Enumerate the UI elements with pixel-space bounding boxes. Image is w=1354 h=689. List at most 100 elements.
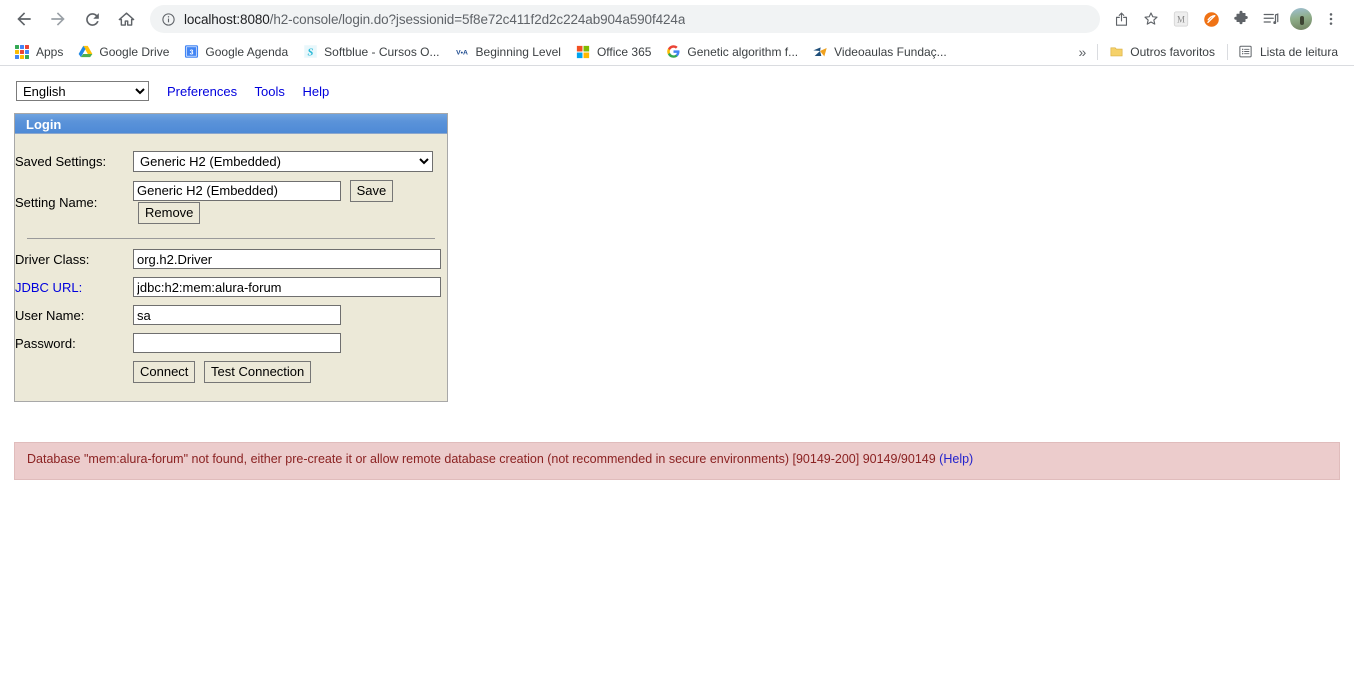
jdbc-url-row: JDBC URL:: [15, 273, 447, 301]
home-icon: [117, 10, 136, 29]
save-button[interactable]: Save: [349, 180, 394, 202]
login-form: Saved Settings: Generic H2 (Embedded) Se…: [15, 147, 447, 387]
arrow-right-icon: [48, 9, 68, 29]
test-connection-button[interactable]: Test Connection: [204, 361, 312, 383]
preferences-link[interactable]: Preferences: [167, 84, 237, 99]
separator-cell: [15, 228, 447, 245]
bookmark-beginning-level[interactable]: V•A Beginning Level: [448, 42, 567, 62]
user-name-row: User Name:: [15, 301, 447, 329]
bookmark-office-365[interactable]: Office 365: [569, 42, 657, 62]
setting-name-label: Setting Name:: [15, 194, 98, 210]
bookmark-softblue[interactable]: S Softblue - Cursos O...: [296, 42, 445, 62]
saved-settings-row: Saved Settings: Generic H2 (Embedded): [15, 147, 447, 176]
bookmark-genetic-algorithm[interactable]: Genetic algorithm f...: [659, 42, 804, 62]
apps-grid-icon: [14, 44, 30, 60]
user-name-cell: [133, 301, 447, 329]
url-path: /h2-console/login.do?jsessionid=5f8e72c4…: [269, 11, 686, 27]
toolbar-icons: M: [1104, 6, 1344, 32]
profile-avatar-icon[interactable]: [1288, 6, 1314, 32]
arrow-left-icon: [14, 9, 34, 29]
bookmarks-overflow-button[interactable]: »: [1071, 42, 1093, 62]
error-help-link[interactable]: (Help): [939, 452, 973, 466]
language-select[interactable]: English: [16, 81, 149, 101]
bookmark-label: Apps: [36, 44, 64, 59]
videoaulas-icon: [812, 44, 828, 60]
driver-class-input[interactable]: [133, 249, 441, 269]
separator-row: [15, 228, 447, 245]
bookmark-label: Videoaulas Fundaç...: [834, 44, 947, 59]
bookmark-star-icon[interactable]: [1138, 6, 1164, 32]
actions-row: Connect Test Connection: [15, 357, 447, 387]
softblue-icon: S: [302, 44, 318, 60]
h2-top-links: Preferences Tools Help: [167, 84, 343, 99]
jdbc-url-input[interactable]: [133, 277, 441, 297]
bookmark-videoaulas[interactable]: Videoaulas Fundaç...: [806, 42, 953, 62]
password-input[interactable]: [133, 333, 341, 353]
media-playlist-icon[interactable]: [1258, 6, 1284, 32]
google-g-icon: [665, 44, 681, 60]
bookmark-label: Google Agenda: [205, 44, 289, 59]
login-panel-title: Login: [15, 114, 447, 134]
tools-link[interactable]: Tools: [254, 84, 284, 99]
voa-icon: V•A: [454, 44, 470, 60]
help-link[interactable]: Help: [302, 84, 329, 99]
url-host: localhost:8080: [184, 11, 270, 27]
bookmark-google-drive[interactable]: Google Drive: [71, 42, 175, 62]
form-divider: [27, 238, 435, 239]
bookmark-label: Beginning Level: [475, 44, 561, 59]
bookmark-label: Office 365: [596, 44, 652, 59]
password-cell: [133, 329, 447, 357]
jdbc-url-link[interactable]: JDBC URL:: [15, 280, 82, 295]
reading-list-icon: [1238, 44, 1254, 60]
bookmarks-divider-2: [1226, 43, 1228, 60]
remove-button[interactable]: Remove: [138, 202, 201, 224]
saved-settings-label: Saved Settings:: [15, 154, 107, 169]
google-calendar-icon: 3: [183, 44, 199, 60]
google-drive-icon: [77, 44, 93, 60]
error-banner: Database "mem:alura-forum" not found, ei…: [14, 442, 1340, 480]
bookmark-google-agenda[interactable]: 3 Google Agenda: [177, 42, 294, 62]
extension-orange-icon[interactable]: [1198, 6, 1224, 32]
chrome-menu-icon[interactable]: [1318, 6, 1344, 32]
extensions-puzzle-icon[interactable]: [1228, 6, 1254, 32]
bookmark-label: Google Drive: [99, 44, 170, 59]
bookmark-label: Softblue - Cursos O...: [324, 44, 440, 59]
svg-text:V•A: V•A: [456, 49, 468, 56]
setting-name-row: Setting Name: Save Remove: [15, 176, 447, 228]
user-name-label: User Name:: [15, 307, 85, 323]
saved-settings-cell: Generic H2 (Embedded): [133, 147, 447, 176]
office365-icon: [575, 44, 591, 60]
share-icon[interactable]: [1108, 6, 1134, 32]
jdbc-url-label: JDBC URL:: [15, 273, 133, 301]
driver-class-cell: [133, 245, 447, 273]
bookmark-lista-de-leitura[interactable]: Lista de leitura: [1232, 42, 1344, 62]
browser-chrome: localhost:8080/h2-console/login.do?jsess…: [0, 0, 1354, 66]
setting-name-input[interactable]: [133, 180, 341, 201]
password-label: Password:: [15, 335, 76, 351]
reload-icon: [83, 10, 102, 29]
h2-console-page: English Preferences Tools Help Login Sav…: [0, 66, 1354, 480]
svg-text:M: M: [1177, 14, 1185, 24]
actions-spacer: [15, 357, 133, 387]
svg-text:S: S: [307, 47, 313, 58]
address-bar[interactable]: localhost:8080/h2-console/login.do?jsess…: [150, 5, 1100, 33]
back-button[interactable]: [10, 5, 38, 33]
home-button[interactable]: [112, 5, 140, 33]
browser-toolbar: localhost:8080/h2-console/login.do?jsess…: [0, 0, 1354, 38]
forward-button[interactable]: [44, 5, 72, 33]
login-panel-body: Saved Settings: Generic H2 (Embedded) Se…: [15, 134, 447, 401]
svg-text:3: 3: [189, 49, 193, 56]
driver-class-label: Driver Class:: [15, 251, 90, 267]
extension-m-icon[interactable]: M: [1168, 6, 1194, 32]
bookmark-label: Lista de leitura: [1259, 44, 1338, 59]
bookmark-label: Outros favoritos: [1130, 44, 1215, 59]
bookmark-apps[interactable]: Apps: [8, 42, 69, 62]
reload-button[interactable]: [78, 5, 106, 33]
site-info-icon[interactable]: [160, 11, 176, 27]
driver-class-row: Driver Class:: [15, 245, 447, 273]
user-name-input[interactable]: [133, 305, 341, 325]
bookmark-outros-favoritos[interactable]: Outros favoritos: [1102, 42, 1221, 62]
password-row: Password:: [15, 329, 447, 357]
connect-button[interactable]: Connect: [133, 361, 196, 383]
saved-settings-select[interactable]: Generic H2 (Embedded): [133, 151, 433, 172]
